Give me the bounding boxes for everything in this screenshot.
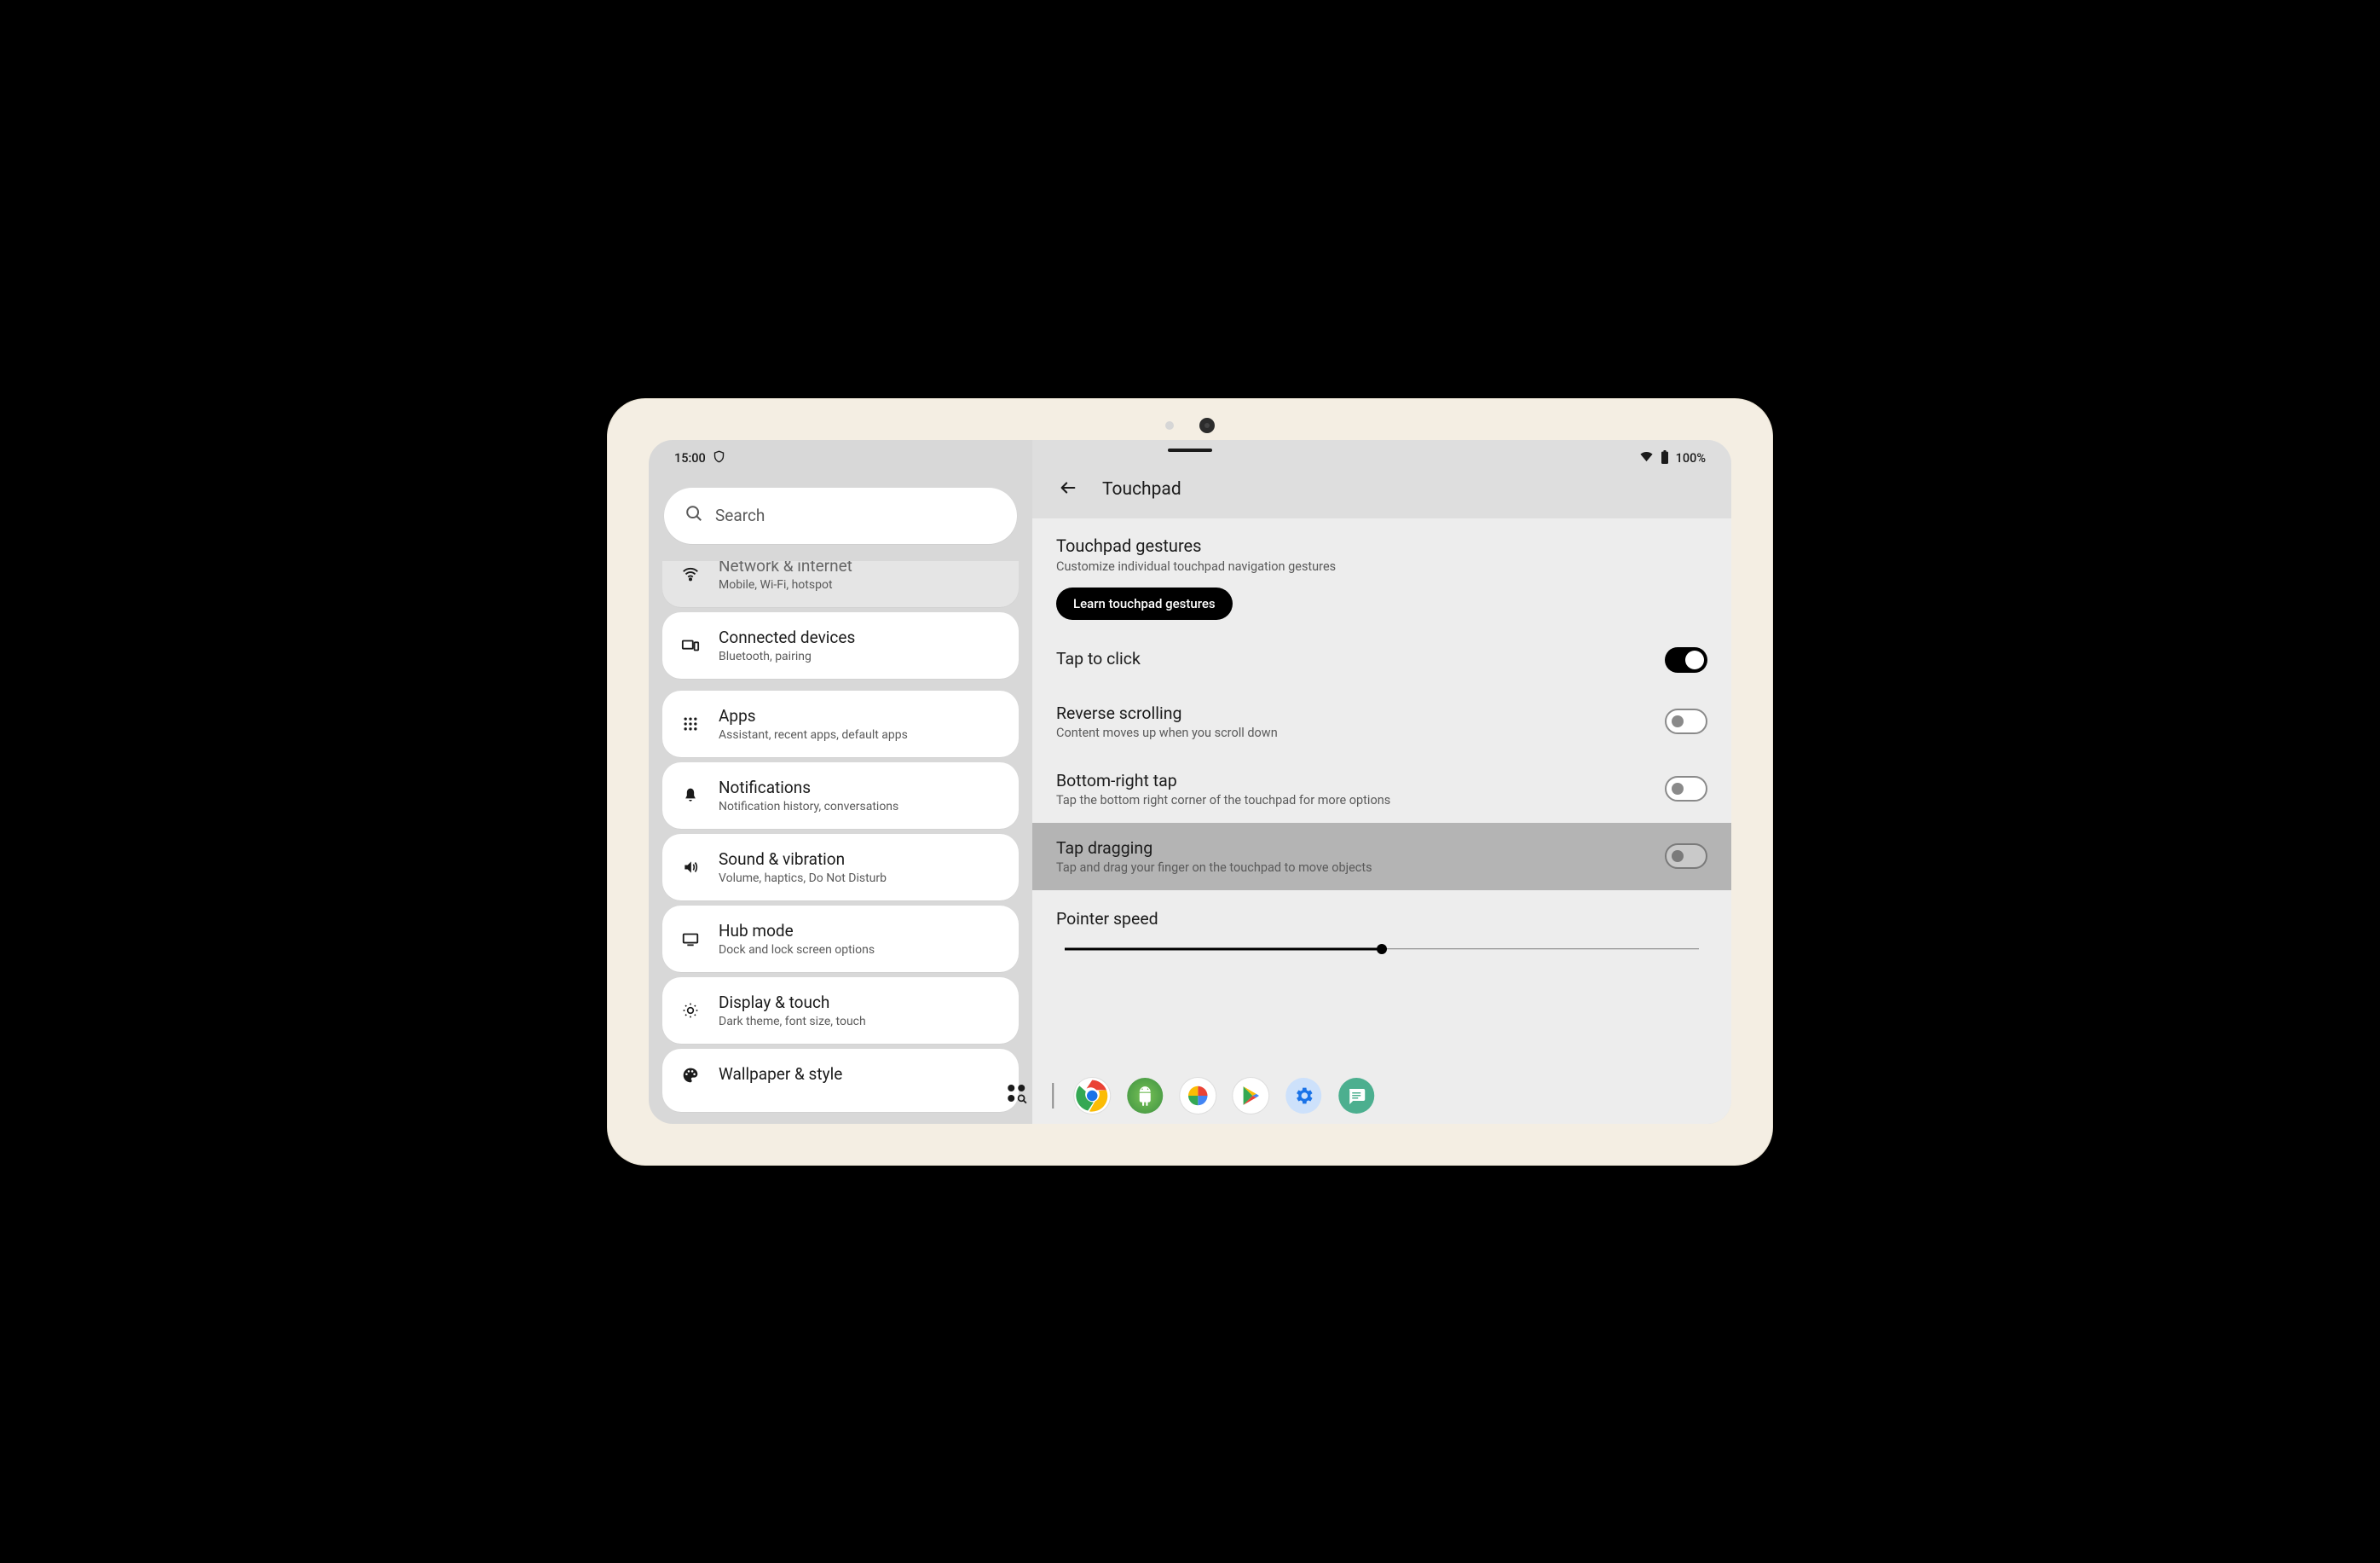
back-button[interactable] bbox=[1056, 476, 1080, 500]
row-sub: Tap and drag your finger on the touchpad… bbox=[1056, 860, 1372, 875]
status-time: 15:00 bbox=[674, 451, 706, 466]
row-tap-to-click[interactable]: Tap to click bbox=[1032, 632, 1731, 688]
dock-android[interactable] bbox=[1127, 1078, 1163, 1114]
sidebar-item-sub: Volume, haptics, Do Not Disturb bbox=[719, 871, 887, 885]
row-bottom-right-tap[interactable]: Bottom-right tap Tap the bottom right co… bbox=[1032, 755, 1731, 823]
dock-settings[interactable] bbox=[1285, 1078, 1321, 1114]
sidebar-item-sub: Assistant, recent apps, default apps bbox=[719, 728, 908, 742]
sidebar-item-label: Sound & vibration bbox=[719, 849, 887, 869]
sidebar-item-sound[interactable]: Sound & vibration Volume, haptics, Do No… bbox=[662, 834, 1019, 900]
sidebar-item-label: Connected devices bbox=[719, 628, 855, 647]
settings-sidebar: Search Network & internet Mobile, Wi-Fi,… bbox=[649, 440, 1032, 1124]
main: Search Network & internet Mobile, Wi-Fi,… bbox=[649, 440, 1731, 1124]
device-frame: 15:00 100% bbox=[608, 399, 1772, 1165]
pointer-speed-section: Pointer speed bbox=[1056, 909, 1707, 951]
row-title: Bottom-right tap bbox=[1056, 771, 1390, 790]
content-body: Touchpad gestures Customize individual t… bbox=[1032, 518, 1731, 1124]
row-sub: Content moves up when you scroll down bbox=[1056, 726, 1278, 740]
section-title: Touchpad gestures bbox=[1056, 535, 1707, 556]
learn-gestures-button[interactable]: Learn touchpad gestures bbox=[1056, 588, 1233, 620]
search-icon bbox=[685, 504, 703, 527]
dock-messages[interactable] bbox=[1338, 1078, 1374, 1114]
gestures-section[interactable]: Touchpad gestures Customize individual t… bbox=[1056, 535, 1707, 574]
sidebar-item-apps[interactable]: Apps Assistant, recent apps, default app… bbox=[662, 691, 1019, 757]
sidebar-item-notifications[interactable]: Notifications Notification history, conv… bbox=[662, 762, 1019, 829]
search-input[interactable]: Search bbox=[664, 488, 1017, 544]
sidebar-item-hub-mode[interactable]: Hub mode Dock and lock screen options bbox=[662, 906, 1019, 972]
sidebar-item-label: Hub mode bbox=[719, 921, 875, 941]
dock-chrome[interactable] bbox=[1074, 1078, 1110, 1114]
sidebar-item-display[interactable]: Display & touch Dark theme, font size, t… bbox=[662, 977, 1019, 1044]
sidebar-item-sub: Notification history, conversations bbox=[719, 800, 898, 813]
sidebar-item-wallpaper[interactable]: Wallpaper & style bbox=[662, 1049, 1019, 1112]
row-title: Tap to click bbox=[1056, 649, 1141, 669]
slider-title: Pointer speed bbox=[1056, 909, 1707, 929]
status-bar: 15:00 100% bbox=[649, 447, 1731, 471]
dock-divider bbox=[1052, 1083, 1054, 1109]
camera-cluster bbox=[1165, 418, 1215, 433]
sensor-dot bbox=[1165, 421, 1174, 430]
sidebar-item-label: Display & touch bbox=[719, 993, 866, 1012]
switch-tap-dragging[interactable] bbox=[1665, 843, 1707, 869]
sidebar-item-connected-devices[interactable]: Connected devices Bluetooth, pairing bbox=[662, 612, 1019, 679]
taskbar bbox=[994, 1073, 1386, 1119]
dock-play-store[interactable] bbox=[1233, 1078, 1268, 1114]
sidebar-item-label: Notifications bbox=[719, 778, 898, 797]
battery-text: 100% bbox=[1676, 451, 1706, 466]
front-camera bbox=[1199, 418, 1215, 433]
row-sub: Tap the bottom right corner of the touch… bbox=[1056, 793, 1390, 808]
row-reverse-scrolling[interactable]: Reverse scrolling Content moves up when … bbox=[1032, 688, 1731, 755]
wifi-icon bbox=[679, 564, 702, 583]
page-title: Touchpad bbox=[1102, 479, 1181, 500]
bell-icon bbox=[679, 787, 702, 804]
sidebar-item-network[interactable]: Network & internet Mobile, Wi-Fi, hotspo… bbox=[662, 561, 1019, 607]
screen: 15:00 100% bbox=[649, 440, 1731, 1124]
switch-tap-to-click[interactable] bbox=[1665, 647, 1707, 673]
devices-icon bbox=[679, 636, 702, 655]
wifi-icon bbox=[1639, 449, 1654, 467]
content-pane: Touchpad Touchpad gestures Customize ind… bbox=[1032, 440, 1731, 1124]
sidebar-item-label: Network & internet bbox=[719, 561, 852, 576]
battery-icon bbox=[1661, 450, 1669, 467]
row-title: Tap dragging bbox=[1056, 838, 1372, 858]
row-tap-dragging[interactable]: Tap dragging Tap and drag your finger on… bbox=[1032, 823, 1731, 890]
switch-reverse-scrolling[interactable] bbox=[1665, 709, 1707, 734]
sidebar-item-sub: Mobile, Wi-Fi, hotspot bbox=[719, 578, 852, 592]
switch-bottom-right-tap[interactable] bbox=[1665, 776, 1707, 802]
section-sub: Customize individual touchpad navigation… bbox=[1056, 559, 1707, 574]
dock-icon bbox=[679, 929, 702, 948]
search-placeholder: Search bbox=[715, 506, 765, 525]
palette-icon bbox=[679, 1067, 702, 1084]
brightness-icon bbox=[679, 1002, 702, 1019]
apps-icon bbox=[679, 715, 702, 732]
sidebar-item-sub: Dark theme, font size, touch bbox=[719, 1015, 866, 1028]
app-drawer-button[interactable] bbox=[1006, 1083, 1031, 1109]
dock-photos[interactable] bbox=[1180, 1078, 1216, 1114]
row-title: Reverse scrolling bbox=[1056, 703, 1278, 723]
sidebar-item-label: Wallpaper & style bbox=[719, 1064, 842, 1084]
sidebar-item-sub: Bluetooth, pairing bbox=[719, 650, 855, 663]
sidebar-item-sub: Dock and lock screen options bbox=[719, 943, 875, 957]
vpn-icon bbox=[713, 450, 725, 466]
pointer-speed-slider[interactable] bbox=[1065, 947, 1699, 951]
sidebar-item-label: Apps bbox=[719, 706, 908, 726]
volume-icon bbox=[679, 859, 702, 876]
